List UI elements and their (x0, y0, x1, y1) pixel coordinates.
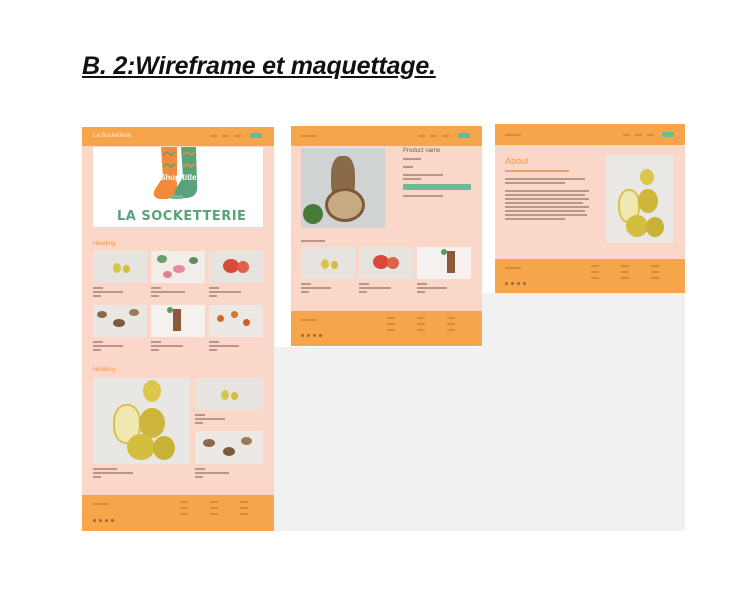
about-image (606, 155, 673, 243)
about-nav-bar (495, 124, 685, 145)
related-product-image (301, 247, 355, 279)
about-footer (495, 259, 685, 293)
about-page-mockup: About (495, 124, 685, 293)
product-name: Product name (403, 148, 441, 154)
hero-brand-text: LA SOCKETTERIE (117, 209, 247, 224)
home-logo: La Socketterie (93, 133, 132, 139)
mockup-background (274, 347, 685, 531)
mockup-background (482, 293, 685, 347)
product-image (209, 305, 263, 337)
nav-link (418, 135, 425, 137)
product-image (195, 431, 263, 464)
product-image (195, 378, 263, 410)
nav-link (647, 134, 654, 136)
social-icon (111, 519, 114, 522)
add-to-cart-button (403, 184, 471, 190)
nav-link (222, 135, 229, 137)
section-heading: Heading (93, 367, 116, 373)
nav-link (635, 134, 642, 136)
product-page-mockup: Product name (291, 126, 482, 346)
product-main-image (301, 148, 385, 228)
product-image (93, 305, 147, 337)
product-image (93, 251, 147, 283)
nav-link (210, 135, 217, 137)
product-footer (291, 311, 482, 346)
nav-link (442, 135, 449, 137)
nav-button (458, 133, 470, 138)
social-icon (105, 519, 108, 522)
nav-button (662, 132, 674, 137)
social-icon (505, 282, 508, 285)
social-icon (517, 282, 520, 285)
document-title: B. 2:Wireframe et maquettage. (82, 52, 436, 80)
section-heading: Heading (93, 241, 116, 247)
home-hero: Shop title LA SOCKETTERIE (93, 147, 263, 227)
product-image (209, 251, 263, 283)
social-icon (99, 519, 102, 522)
nav-button (250, 133, 262, 138)
featured-image (93, 378, 190, 464)
related-product-image (359, 247, 413, 279)
product-image (151, 305, 205, 337)
nav-link (234, 135, 241, 137)
product-image (151, 251, 205, 283)
nav-link (430, 135, 437, 137)
home-nav-bar: La Socketterie (82, 127, 274, 146)
social-icon (511, 282, 514, 285)
nav-link (623, 134, 630, 136)
home-footer (82, 495, 274, 531)
social-icon (93, 519, 96, 522)
social-icon (301, 334, 304, 337)
about-title: About (505, 156, 529, 166)
social-icon (319, 334, 322, 337)
product-nav-bar (291, 126, 482, 146)
social-icon (307, 334, 310, 337)
home-page-mockup: La Socketterie Shop title LA SOCKETTERIE… (82, 127, 274, 531)
social-icon (523, 282, 526, 285)
social-icon (313, 334, 316, 337)
hero-overlay-title: Shop title (160, 173, 197, 182)
related-product-image (417, 247, 471, 279)
